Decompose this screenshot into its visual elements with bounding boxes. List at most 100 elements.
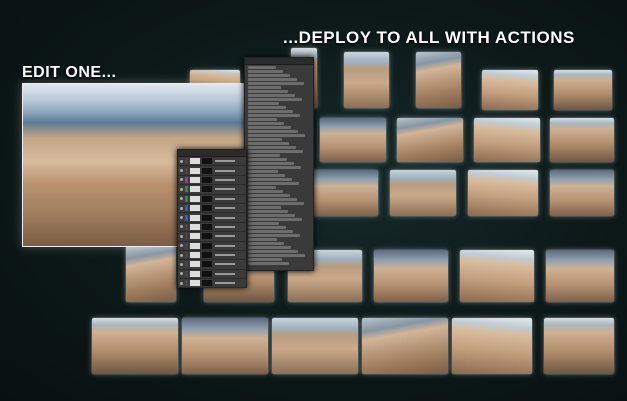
action-item[interactable]: [248, 122, 284, 125]
action-item[interactable]: [248, 198, 297, 201]
action-item[interactable]: [248, 162, 294, 165]
layer-mask-thumbnail: [202, 167, 212, 174]
layer-row[interactable]: [178, 242, 246, 251]
action-item[interactable]: [248, 230, 293, 233]
layer-name: [215, 178, 235, 181]
action-item[interactable]: [248, 102, 279, 105]
layer-row[interactable]: [178, 260, 246, 270]
action-item[interactable]: [248, 246, 291, 249]
action-item[interactable]: [248, 70, 283, 73]
action-item[interactable]: [248, 78, 297, 81]
action-item[interactable]: [248, 194, 290, 197]
layer-color-tag: [185, 214, 188, 221]
eye-icon[interactable]: [180, 178, 183, 182]
action-item[interactable]: [248, 146, 296, 149]
action-item[interactable]: [248, 154, 280, 157]
layer-row[interactable]: [178, 223, 246, 233]
action-item[interactable]: [248, 130, 298, 133]
action-item[interactable]: [248, 82, 304, 85]
action-item[interactable]: [248, 182, 299, 185]
layer-row[interactable]: [178, 232, 246, 242]
action-item[interactable]: [248, 254, 305, 257]
action-item[interactable]: [248, 238, 277, 241]
layer-thumbnail: [190, 233, 200, 240]
layer-row[interactable]: [178, 270, 246, 280]
eye-icon[interactable]: [180, 253, 183, 257]
action-item[interactable]: [248, 214, 295, 217]
action-item[interactable]: [248, 222, 279, 225]
layer-thumbnail: [190, 223, 200, 230]
action-item[interactable]: [248, 178, 292, 181]
layer-row[interactable]: [178, 213, 246, 223]
action-item[interactable]: [248, 126, 291, 129]
action-item[interactable]: [248, 118, 277, 121]
action-item[interactable]: [248, 250, 298, 253]
layer-color-tag: [185, 176, 188, 183]
action-item[interactable]: [248, 190, 283, 193]
eye-icon[interactable]: [180, 262, 183, 266]
action-item[interactable]: [248, 210, 288, 213]
action-item[interactable]: [248, 114, 300, 117]
action-item[interactable]: [248, 110, 293, 113]
action-item[interactable]: [248, 106, 286, 109]
action-item[interactable]: [248, 94, 295, 97]
eye-icon[interactable]: [180, 187, 183, 191]
layer-row[interactable]: [178, 185, 246, 195]
action-item[interactable]: [248, 66, 276, 69]
layer-color-tag: [185, 261, 188, 268]
layer-row[interactable]: [178, 204, 246, 214]
layer-color-tag: [185, 252, 188, 259]
action-item[interactable]: [248, 258, 282, 261]
layer-color-tag: [185, 233, 188, 240]
layer-color-tag: [185, 270, 188, 277]
action-item[interactable]: [248, 226, 286, 229]
layer-row[interactable]: [178, 251, 246, 261]
eye-icon[interactable]: [180, 244, 183, 248]
action-item[interactable]: [248, 218, 302, 221]
action-item[interactable]: [248, 86, 281, 89]
layer-row[interactable]: [178, 157, 246, 167]
action-item[interactable]: [248, 166, 301, 169]
action-item[interactable]: [248, 174, 285, 177]
layer-thumbnail: [190, 195, 200, 202]
eye-icon[interactable]: [180, 281, 183, 285]
eye-icon[interactable]: [180, 234, 183, 238]
action-item[interactable]: [248, 234, 300, 237]
layer-row[interactable]: [178, 166, 246, 176]
action-item[interactable]: [248, 206, 281, 209]
actions-panel: [244, 57, 314, 271]
action-item[interactable]: [248, 242, 284, 245]
action-item[interactable]: [248, 134, 305, 137]
action-item[interactable]: [248, 150, 303, 153]
thumbnail-photo: [272, 318, 358, 374]
action-item[interactable]: [248, 158, 287, 161]
layer-thumbnail: [190, 261, 200, 268]
layers-panel: [177, 149, 247, 289]
deploy-caption: ...DEPLOY TO ALL WITH ACTIONS: [283, 28, 575, 47]
eye-icon[interactable]: [180, 206, 183, 210]
action-item[interactable]: [248, 170, 278, 173]
action-item[interactable]: [248, 142, 289, 145]
layer-row[interactable]: [178, 176, 246, 186]
action-item[interactable]: [248, 186, 276, 189]
eye-icon[interactable]: [180, 272, 183, 276]
thumbnail-photo: [474, 118, 540, 162]
eye-icon[interactable]: [180, 216, 183, 220]
layer-thumbnail: [190, 214, 200, 221]
layer-mask-thumbnail: [202, 158, 212, 165]
eye-icon[interactable]: [180, 169, 183, 173]
layers-panel-header: [178, 150, 246, 157]
layer-name: [215, 272, 235, 275]
action-item[interactable]: [248, 262, 289, 265]
layer-row[interactable]: [178, 195, 246, 204]
action-item[interactable]: [248, 138, 282, 141]
layer-row[interactable]: [178, 279, 246, 289]
eye-icon[interactable]: [180, 159, 183, 163]
eye-icon[interactable]: [180, 225, 183, 229]
action-item[interactable]: [248, 202, 304, 205]
action-item[interactable]: [248, 74, 290, 77]
eye-icon[interactable]: [180, 197, 183, 201]
action-item[interactable]: [248, 98, 302, 101]
thumbnail-photo: [126, 246, 176, 302]
action-item[interactable]: [248, 90, 288, 93]
